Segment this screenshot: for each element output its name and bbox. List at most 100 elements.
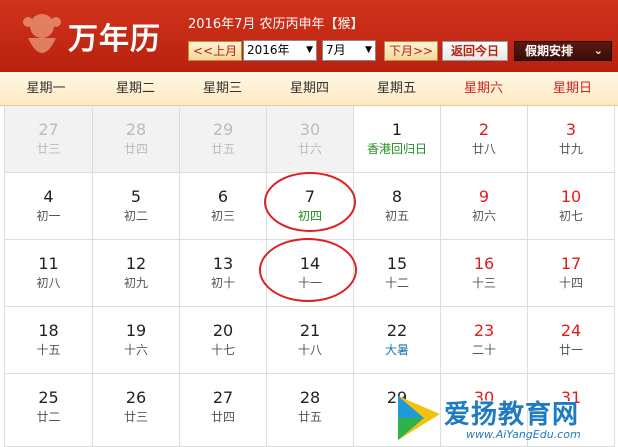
dropdown-arrow-icon: ▼: [365, 45, 372, 55]
current-date-label: 2016年7月 农历丙申年【猴】: [188, 17, 364, 32]
day-number: 10: [560, 187, 582, 206]
day-cell[interactable]: 30 廿六: [267, 106, 354, 173]
lunar-date: 初八: [36, 276, 61, 290]
lunar-date: 初七: [558, 209, 583, 223]
lunar-date: 十七: [210, 343, 235, 357]
day-number: 28: [125, 120, 147, 139]
lunar-date: 廿三: [123, 410, 148, 424]
day-number: 25: [38, 388, 59, 407]
today-button[interactable]: 返回今日: [442, 41, 508, 61]
day-cell[interactable]: 27 廿四: [180, 374, 267, 447]
weekday-label: 星期六: [463, 81, 503, 96]
day-number: 20: [212, 321, 234, 340]
day-number: 17: [560, 254, 582, 273]
day-number: 15: [386, 254, 408, 273]
day-number: 6: [217, 187, 229, 206]
dropdown-arrow-icon: ▼: [306, 45, 313, 55]
day-number: 30: [299, 120, 321, 139]
monkey-logo-icon: [23, 14, 61, 53]
next-month-button[interactable]: 下月>>: [384, 41, 439, 61]
prev-month-button[interactable]: <<上月: [188, 41, 243, 61]
year-select-value: 2016年: [247, 43, 290, 57]
day-cell[interactable]: 28 廿四: [93, 106, 180, 173]
lunar-date: 初十: [210, 276, 235, 290]
day-number: 9: [478, 187, 490, 206]
weekday-label: 星期五: [376, 81, 416, 96]
day-cell[interactable]: 16 十三: [441, 240, 528, 307]
lunar-date: 初三: [210, 209, 235, 223]
day-cell[interactable]: 18 十五: [5, 307, 93, 374]
day-cell[interactable]: 9 初六: [441, 173, 528, 240]
watermark-url: www.AiYangEdu.com: [466, 428, 581, 441]
day-number: 13: [212, 254, 234, 273]
day-number: 28: [299, 388, 321, 407]
lunar-date: 初一: [36, 209, 61, 223]
day-cell[interactable]: 29 廿五: [180, 106, 267, 173]
lunar-date: 初六: [471, 209, 496, 223]
day-cell[interactable]: 4 初一: [5, 173, 93, 240]
day-number: 14: [299, 254, 321, 273]
day-number: 4: [43, 187, 54, 206]
day-number: 7: [304, 187, 316, 206]
lunar-date: 初二: [123, 209, 148, 223]
lunar-date: 十六: [123, 343, 148, 357]
day-cell[interactable]: 7 初四: [267, 173, 354, 240]
day-cell[interactable]: 21 十八: [267, 307, 354, 374]
lunar-date: 廿九: [558, 142, 583, 156]
day-cell[interactable]: 24 廿一: [528, 307, 615, 374]
day-cell[interactable]: 23 二十: [441, 307, 528, 374]
day-cell[interactable]: 8 初五: [354, 173, 441, 240]
lunar-date: 廿四: [123, 142, 148, 156]
day-number: 29: [212, 120, 234, 139]
day-cell[interactable]: 28 廿五: [267, 374, 354, 447]
weekday-label: 星期三: [202, 81, 242, 96]
day-cell[interactable]: 22 大暑: [354, 307, 441, 374]
day-cell[interactable]: 26 廿三: [93, 374, 180, 447]
day-cell[interactable]: 13 初十: [180, 240, 267, 307]
day-number: 8: [391, 187, 403, 206]
day-cell[interactable]: 19 十六: [93, 307, 180, 374]
day-number: 21: [299, 321, 321, 340]
day-cell[interactable]: 5 初二: [93, 173, 180, 240]
lunar-date: 初九: [123, 276, 148, 290]
day-number: 16: [473, 254, 495, 273]
lunar-date: 廿五: [297, 410, 322, 424]
lunar-date: 廿八: [471, 142, 496, 156]
day-cell[interactable]: 27 廿三: [5, 106, 93, 173]
day-cell[interactable]: 20 十七: [180, 307, 267, 374]
lunar-date: 廿六: [297, 142, 322, 156]
day-cell[interactable]: 17 十四: [528, 240, 615, 307]
holiday-dropdown[interactable]: 假期安排 ⌄: [514, 41, 612, 61]
watermark-text: 爱扬教育网: [444, 400, 580, 430]
lunar-date: 十八: [297, 343, 322, 357]
day-number: 12: [125, 254, 147, 273]
lunar-date: 廿二: [36, 410, 61, 424]
day-cell[interactable]: 15 十二: [354, 240, 441, 307]
day-cell[interactable]: 25 廿二: [5, 374, 93, 447]
day-cell[interactable]: 10 初七: [528, 173, 615, 240]
year-select[interactable]: 2016年 ▼: [243, 40, 317, 61]
day-number: 19: [125, 321, 147, 340]
lunar-date: 廿一: [558, 343, 583, 357]
lunar-date: 初四: [297, 209, 322, 223]
day-cell[interactable]: 1 香港回归日: [354, 106, 441, 173]
day-number: 23: [473, 321, 495, 340]
weekday-label: 星期日: [552, 81, 592, 96]
lunar-date: 十三: [471, 276, 496, 290]
day-cell[interactable]: 12 初九: [93, 240, 180, 307]
weekday-label: 星期四: [289, 81, 329, 96]
day-cell[interactable]: 3 廿九: [528, 106, 615, 173]
day-cell[interactable]: 6 初三: [180, 173, 267, 240]
day-number: 26: [125, 388, 147, 407]
lunar-date: 香港回归日: [366, 142, 427, 156]
watermark-logo-icon: [398, 396, 440, 440]
app-title: 万年历: [68, 22, 161, 57]
day-cell[interactable]: 14 十一: [267, 240, 354, 307]
day-number: 27: [38, 120, 59, 139]
lunar-date: 十五: [36, 343, 61, 357]
weekday-label: 星期二: [115, 81, 155, 96]
month-select[interactable]: 7月 ▼: [322, 40, 376, 61]
lunar-date: 二十: [471, 343, 496, 357]
day-cell[interactable]: 2 廿八: [441, 106, 528, 173]
day-cell[interactable]: 11 初八: [5, 240, 93, 307]
